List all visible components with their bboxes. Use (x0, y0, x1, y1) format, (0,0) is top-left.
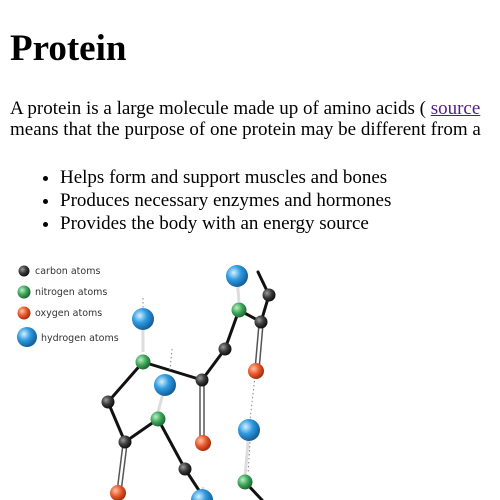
intro-line-1: A protein is a large molecule made up of… (10, 98, 500, 119)
diagram-legend: carbon atoms nitrogen atoms oxygen atoms… (17, 265, 119, 347)
legend-oxygen: oxygen atoms (35, 308, 102, 319)
list-item: Produces necessary enzymes and hormones (60, 189, 391, 212)
legend-hydrogen: hydrogen atoms (41, 333, 119, 344)
legend-carbon: carbon atoms (35, 266, 100, 277)
page-title: Protein (10, 28, 127, 69)
hydrogen-legend-icon (17, 327, 37, 347)
page-content: Protein A protein is a large molecule ma… (10, 0, 500, 500)
molecule-atoms (101, 265, 276, 500)
legend-nitrogen: nitrogen atoms (35, 287, 107, 298)
list-item: Provides the body with an energy source (60, 212, 391, 235)
intro-paragraph: A protein is a large molecule made up of… (10, 98, 500, 140)
protein-diagram: carbon atoms nitrogen atoms oxygen atoms… (10, 252, 310, 500)
source-link[interactable]: source (431, 98, 481, 119)
protein-molecule-image: carbon atoms nitrogen atoms oxygen atoms… (17, 265, 276, 500)
nitrogen-legend-icon (17, 285, 31, 299)
list-item: Helps form and support muscles and bones (60, 166, 391, 189)
intro-line-2: means that the purpose of one protein ma… (10, 119, 481, 140)
intro-text: A protein is a large molecule made up of… (10, 98, 431, 119)
oxygen-legend-icon (17, 306, 31, 320)
facts-list: Helps form and support muscles and bones… (10, 166, 391, 235)
carbon-legend-icon (18, 265, 30, 277)
